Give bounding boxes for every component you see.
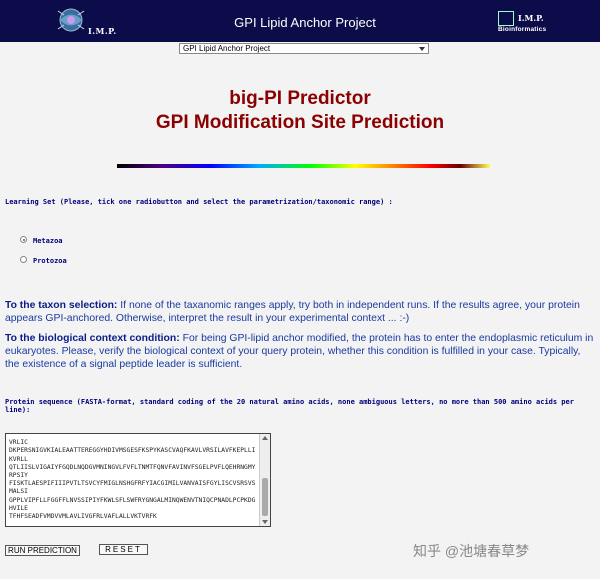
- seq-line: MALSI: [9, 488, 28, 496]
- page-title: GPI Lipid Anchor Project: [234, 15, 376, 30]
- reset-button[interactable]: RESET: [99, 544, 148, 555]
- project-select[interactable]: GPI Lipid Anchor Project: [179, 43, 429, 54]
- chevron-down-icon: [419, 46, 425, 51]
- taxon-note: To the taxon selection: If none of the t…: [5, 299, 597, 325]
- seq-line: KVRLL: [9, 455, 28, 463]
- seq-line: RPSIY: [9, 472, 28, 480]
- radio-metazoa-label: Metazoa: [33, 237, 63, 245]
- sequence-label: Protein sequence (FASTA-format, standard…: [5, 398, 574, 414]
- scrollbar-thumb[interactable]: [262, 478, 268, 516]
- sequence-text: VRLIC DKPERSNIGVKIALEAATTEREGGYHDIVMSGES…: [9, 434, 256, 521]
- imp-logo: I.M.P.: [54, 3, 118, 40]
- right-logo-subtext: Bioinformatics: [498, 26, 547, 33]
- rainbow-divider: [117, 164, 490, 168]
- bioinformatics-emblem-icon: [498, 11, 514, 26]
- scroll-up-icon[interactable]: [262, 436, 268, 440]
- radio-metazoa[interactable]: [20, 236, 27, 243]
- heading-subtitle: GPI Modification Site Prediction: [155, 112, 445, 133]
- seq-line: FISKTLAESPIFIIIPVTLTSVCYFMIGLNSHGFRFYIAC…: [9, 480, 256, 488]
- bio-context-note: To the biological context condition: For…: [5, 332, 597, 371]
- imp-bioinformatics-logo: I.M.P. Bioinformatics: [496, 11, 552, 39]
- bio-note-title: To the biological context condition:: [5, 333, 180, 344]
- sequence-input[interactable]: VRLIC DKPERSNIGVKIALEAATTEREGGYHDIVMSGES…: [5, 433, 271, 527]
- taxon-note-title: To the taxon selection:: [5, 300, 118, 311]
- seq-line: HVILE: [9, 504, 28, 512]
- radio-protozoa-label: Protozoa: [33, 257, 67, 265]
- heading-predictor: big-PI Predictor: [229, 88, 371, 109]
- left-logo-text: I.M.P.: [88, 26, 117, 36]
- sequence-scrollbar[interactable]: [259, 434, 270, 526]
- seq-line: GPPLVIPFLLFGGFFLNVSSIPIYFKWLSFLSWFRYGNGA…: [9, 496, 256, 504]
- seq-line: VRLIC: [9, 439, 28, 447]
- seq-line: QTLIISLVIGAIYFGQDLNQDGVMNINGVLFVFLTNMTFQ…: [9, 463, 256, 471]
- right-logo-text: I.M.P.: [518, 13, 544, 23]
- learning-set-label: Learning Set (Please, tick one radiobutt…: [5, 198, 393, 206]
- run-prediction-button[interactable]: RUN PREDICTION: [5, 545, 80, 556]
- imp-emblem-icon: [57, 8, 85, 32]
- watermark: 知乎 @池塘春草梦: [413, 543, 530, 559]
- header-bar: I.M.P. GPI Lipid Anchor Project I.M.P. B…: [0, 0, 600, 42]
- radio-protozoa[interactable]: [20, 256, 27, 263]
- scroll-down-icon[interactable]: [262, 520, 268, 524]
- project-select-value: GPI Lipid Anchor Project: [183, 44, 271, 53]
- seq-line: TFHFSEADFVMDVVMLAVLIVGFRLVAFLALLVKTVRFK: [9, 513, 157, 521]
- seq-line: DKPERSNIGVKIALEAATTEREGGYHDIVMSGESFKSPYK…: [9, 447, 256, 455]
